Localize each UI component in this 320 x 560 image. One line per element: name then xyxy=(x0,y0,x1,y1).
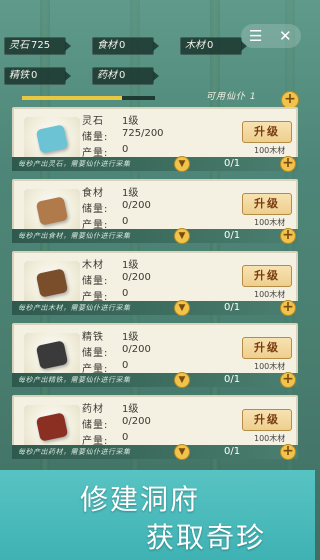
building-name: 精铁 xyxy=(82,332,104,343)
strip-text: 每秒产出药材，需要仙仆进行采集 xyxy=(18,448,131,456)
close-icon[interactable]: ✕ xyxy=(279,26,292,46)
building-level: 1级 xyxy=(122,260,139,271)
building-level: 1级 xyxy=(122,404,139,415)
resource-wood: 木材 0 xyxy=(180,37,247,55)
upgrade-button[interactable]: 升级 xyxy=(242,409,292,431)
storage-label: 储量: xyxy=(82,420,109,431)
storage-label: 储量: xyxy=(82,348,109,359)
upgrade-cost: 100木材 xyxy=(254,434,286,443)
resource-label: 食材 xyxy=(97,40,117,51)
strip-text: 每秒产出灵石，需要仙仆进行采集 xyxy=(18,160,131,168)
assign-servant-button[interactable]: + xyxy=(280,156,296,172)
storage-value: 725/200 xyxy=(122,128,164,139)
assign-servant-button[interactable]: + xyxy=(280,444,296,460)
resource-item-icon xyxy=(35,412,69,442)
servant-strip: 每秒产出灵石，需要仙仆进行采集 ▼ 0/1 + xyxy=(12,156,298,172)
resource-item-icon xyxy=(35,340,69,370)
production-value: 0 xyxy=(122,360,129,371)
production-value: 0 xyxy=(122,216,129,227)
building-level: 1级 xyxy=(122,188,139,199)
upgrade-button[interactable]: 升级 xyxy=(242,121,292,143)
building-level: 1级 xyxy=(122,116,139,127)
hint-count: 1 xyxy=(249,92,257,102)
building-name: 食材 xyxy=(82,188,104,199)
building-level: 1级 xyxy=(122,332,139,343)
strip-text: 每秒产出木材，需要仙仆进行采集 xyxy=(18,304,131,312)
upgrade-cost: 100木材 xyxy=(254,146,286,155)
storage-value: 0/200 xyxy=(122,200,151,211)
resource-item-icon xyxy=(35,268,69,298)
upgrade-button[interactable]: 升级 xyxy=(242,337,292,359)
banner-line-2: 获取奇珍 xyxy=(146,521,267,554)
upgrade-button[interactable]: 升级 xyxy=(242,265,292,287)
resource-label: 木材 xyxy=(185,40,205,51)
remove-servant-button[interactable]: ▼ xyxy=(174,372,190,388)
remove-servant-button[interactable]: ▼ xyxy=(174,300,190,316)
remove-servant-button[interactable]: ▼ xyxy=(174,156,190,172)
storage-label: 储量: xyxy=(82,276,109,287)
resource-label: 灵石 xyxy=(9,40,29,51)
resource-value: 0 xyxy=(119,40,126,51)
servant-strip: 每秒产出食材，需要仙仆进行采集 ▼ 0/1 + xyxy=(12,228,298,244)
servant-count: 0/1 xyxy=(224,230,241,241)
servant-strip: 每秒产出木材，需要仙仆进行采集 ▼ 0/1 + xyxy=(12,300,298,316)
production-value: 0 xyxy=(122,288,129,299)
resource-label: 精铁 xyxy=(9,70,29,81)
banner-line-1: 修建洞府 xyxy=(80,483,201,516)
servant-count: 0/1 xyxy=(224,158,241,169)
servant-count: 0/1 xyxy=(224,302,241,313)
menu-icon[interactable]: ☰ xyxy=(249,26,262,46)
storage-value: 0/200 xyxy=(122,272,151,283)
upgrade-cost: 100木材 xyxy=(254,290,286,299)
upgrade-cost: 100木材 xyxy=(254,218,286,227)
storage-value: 0/200 xyxy=(122,416,151,427)
remove-servant-button[interactable]: ▼ xyxy=(174,444,190,460)
servant-strip: 每秒产出精铁，需要仙仆进行采集 ▼ 0/1 + xyxy=(12,372,298,388)
strip-text: 每秒产出精铁，需要仙仆进行采集 xyxy=(18,376,131,384)
resource-food: 食材 0 xyxy=(92,37,159,55)
available-servants-hint: 可用仙仆 1 xyxy=(206,89,257,102)
resource-item-icon xyxy=(35,124,69,154)
storage-value: 0/200 xyxy=(122,344,151,355)
assign-servant-button[interactable]: + xyxy=(280,228,296,244)
building-name: 药材 xyxy=(82,404,104,415)
exp-progress-bar xyxy=(22,96,155,100)
remove-servant-button[interactable]: ▼ xyxy=(174,228,190,244)
production-value: 0 xyxy=(122,432,129,443)
resource-herb: 药材 0 xyxy=(92,67,159,85)
storage-label: 储量: xyxy=(82,132,109,143)
servant-count: 0/1 xyxy=(224,374,241,385)
resource-item-icon xyxy=(35,196,69,226)
assign-servant-button[interactable]: + xyxy=(280,372,296,388)
hint-text: 可用仙仆 xyxy=(206,92,247,102)
resource-value: 0 xyxy=(207,40,214,51)
building-name: 木材 xyxy=(82,260,104,271)
resource-value: 0 xyxy=(31,70,38,81)
storage-label: 储量: xyxy=(82,204,109,215)
resource-spirit-stone: 灵石 725 xyxy=(4,37,71,55)
exp-progress-fill xyxy=(22,96,122,100)
window-controls: ☰ ✕ xyxy=(241,24,301,48)
upgrade-cost: 100木材 xyxy=(254,362,286,371)
upgrade-button[interactable]: 升级 xyxy=(242,193,292,215)
resource-value: 0 xyxy=(119,70,126,81)
production-value: 0 xyxy=(122,144,129,155)
resource-label: 药材 xyxy=(97,70,117,81)
building-name: 灵石 xyxy=(82,116,104,127)
resource-value: 725 xyxy=(31,40,51,51)
strip-text: 每秒产出食材，需要仙仆进行采集 xyxy=(18,232,131,240)
resource-iron: 精铁 0 xyxy=(4,67,71,85)
servant-strip: 每秒产出药材，需要仙仆进行采集 ▼ 0/1 + xyxy=(12,444,298,460)
promo-banner: 修建洞府 获取奇珍 xyxy=(0,470,315,560)
servant-count: 0/1 xyxy=(224,446,241,457)
assign-servant-button[interactable]: + xyxy=(280,300,296,316)
